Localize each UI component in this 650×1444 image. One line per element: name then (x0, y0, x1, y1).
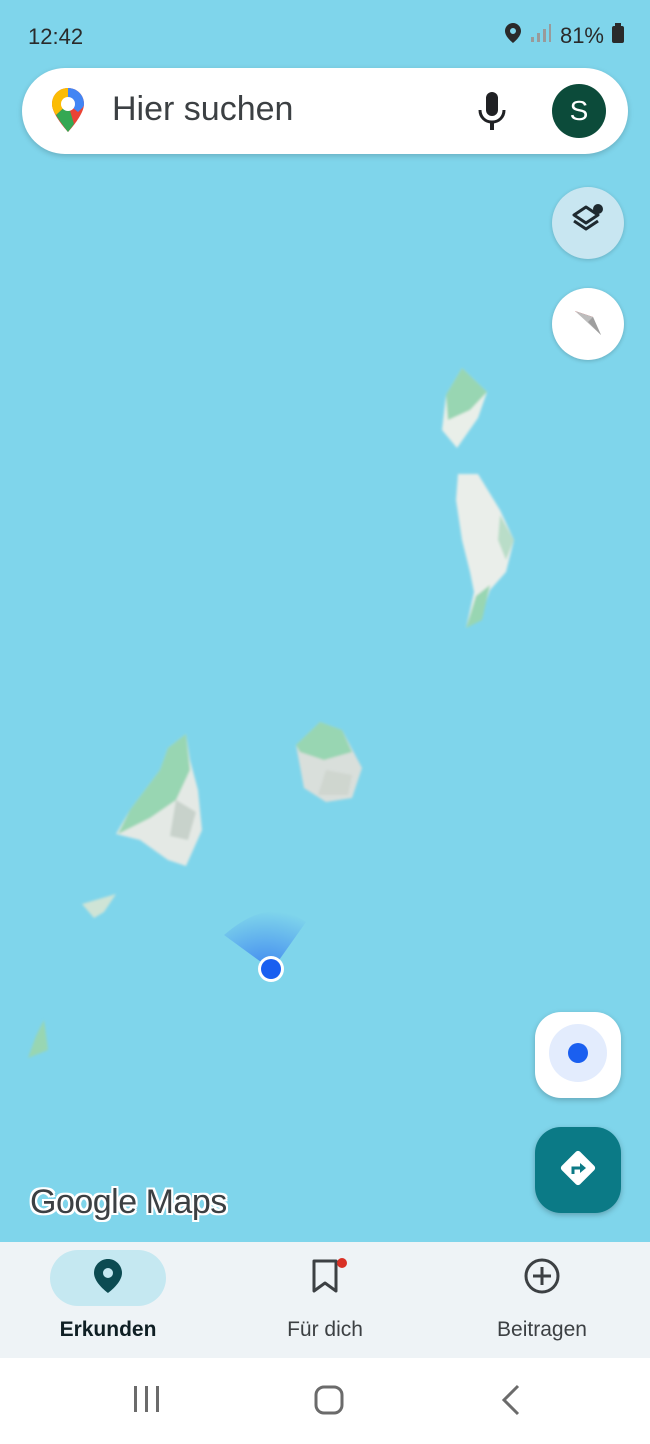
battery-icon (612, 23, 624, 49)
island-center (296, 722, 362, 802)
nav-label-explore: Erkunden (59, 1318, 157, 1341)
compass-icon (571, 305, 605, 344)
mic-icon[interactable] (474, 90, 510, 137)
islet-far-west (28, 1020, 48, 1058)
recent-apps-icon[interactable] (132, 1384, 162, 1419)
nav-label-contribute: Beitragen (497, 1318, 587, 1341)
bookmark-icon (310, 1259, 340, 1298)
nav-item-contribute[interactable]: Beitragen (434, 1242, 650, 1358)
signal-icon (530, 23, 552, 49)
location-icon (504, 22, 522, 50)
island-long (456, 474, 514, 628)
layers-button[interactable] (552, 187, 624, 259)
battery-level: 81% (559, 23, 604, 48)
nav-label-for-you: Für dich (287, 1318, 363, 1341)
add-circle-icon (523, 1257, 561, 1300)
avatar[interactable]: S (552, 84, 606, 138)
my-location-icon (548, 1023, 608, 1088)
bottom-nav: Erkunden Für dich Beitragen (0, 1242, 650, 1358)
status-icons: 81% (504, 22, 624, 50)
island-west (116, 734, 202, 866)
user-location-dot (261, 959, 281, 979)
status-time: 12:42 (28, 24, 84, 49)
search-bar[interactable]: Hier suchen S (22, 68, 628, 154)
map-watermark: Google Maps (30, 1183, 227, 1221)
nav-item-explore[interactable]: Erkunden (0, 1242, 216, 1358)
islet-southwest (82, 894, 116, 918)
nav-item-for-you[interactable]: Für dich (217, 1242, 433, 1358)
nav-icon-wrap (484, 1250, 600, 1306)
compass-button[interactable] (552, 288, 624, 360)
directions-button[interactable] (535, 1127, 621, 1213)
island-north (442, 368, 487, 448)
explore-pin-icon (93, 1258, 123, 1299)
nav-icon-wrap (267, 1250, 383, 1306)
directions-icon (558, 1148, 598, 1193)
home-icon[interactable] (313, 1384, 345, 1421)
nav-icon-wrap (50, 1250, 166, 1306)
search-input[interactable]: Hier suchen (112, 90, 293, 129)
my-location-button[interactable] (535, 1012, 621, 1098)
layers-icon (570, 203, 606, 244)
status-bar: 12:42 81% (0, 0, 650, 62)
maps-pin-logo (50, 86, 86, 139)
notification-badge (337, 1258, 347, 1268)
maps-screen: 12:42 81% Hier suchen S Google Maps Erku… (0, 0, 650, 1444)
system-nav-bar (0, 1358, 650, 1444)
back-icon[interactable] (500, 1384, 522, 1421)
